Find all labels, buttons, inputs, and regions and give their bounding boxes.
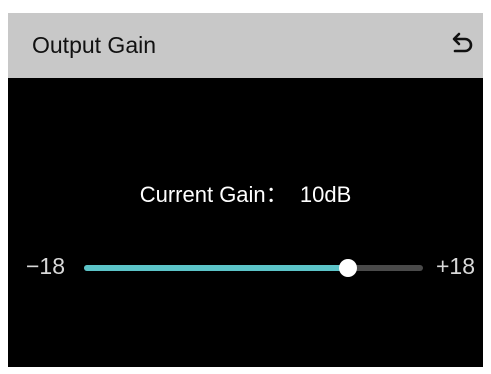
slider-max-label: +18 [436, 253, 476, 279]
current-gain-readout: Current Gain： 10dB [139, 182, 352, 207]
back-button[interactable] [446, 31, 476, 61]
header-bar: Output Gain [8, 13, 483, 78]
slider-min-label: −18 [26, 253, 66, 279]
undo-arrow-icon [452, 32, 473, 53]
gain-slider[interactable] [84, 257, 423, 279]
slider-thumb[interactable] [338, 259, 357, 277]
device-screen: Output Gain Current Gain： 10dB −18 +18 [8, 13, 483, 367]
slider-fill [84, 265, 348, 271]
page-title: Output Gain [32, 32, 157, 58]
